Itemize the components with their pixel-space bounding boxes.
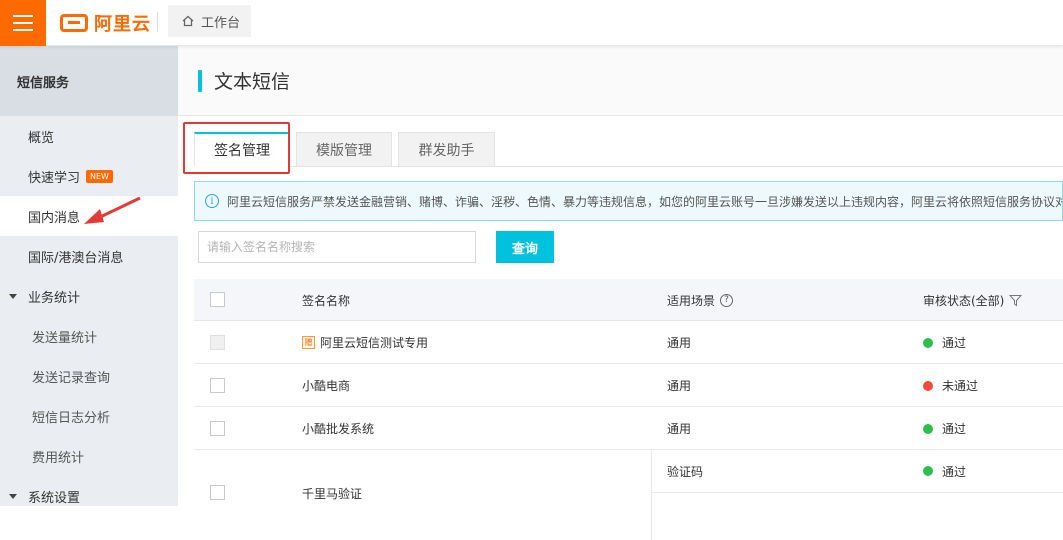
- gift-tag-icon: 赠: [302, 336, 315, 349]
- tab-bulk-send-assistant[interactable]: 群发助手: [398, 132, 495, 167]
- sidebar-item-label: 发送量统计: [32, 330, 98, 346]
- sidebar-group-business-stats[interactable]: 业务统计: [0, 276, 178, 316]
- status-text: 通过: [942, 336, 967, 350]
- aliyun-logo-mark: [60, 14, 88, 32]
- scene: 通用: [667, 422, 692, 436]
- column-header-status[interactable]: 审核状态(全部): [923, 279, 1023, 321]
- sidebar-group-label: 系统设置: [28, 490, 81, 506]
- column-header-status-label: 审核状态(全部): [923, 293, 1005, 308]
- top-bar: 阿里云 工作台: [0, 0, 1063, 46]
- aliyun-logo[interactable]: 阿里云: [60, 11, 151, 35]
- sidebar-title: 短信服务: [0, 46, 178, 116]
- column-header-scene-label: 适用场景: [667, 293, 716, 308]
- info-icon: i: [205, 194, 219, 208]
- annotation-highlight-box: [183, 122, 290, 174]
- signature-name: 千里马验证: [302, 486, 363, 501]
- row-checkbox[interactable]: [210, 485, 225, 500]
- new-badge: NEW: [86, 169, 113, 183]
- main-content: 文本短信 签名管理 模版管理 群发助手 i 阿里云短信服务严禁发送金融营销、赌博…: [178, 46, 1063, 540]
- brand-name: 阿里云: [94, 14, 151, 35]
- column-header-scene: 适用场景 ?: [667, 279, 734, 321]
- select-all-checkbox[interactable]: [210, 292, 225, 307]
- sidebar: 短信服务 概览 快速学习 NEW 国内消息 国际/港澳台消息 业务统计 发送量统计…: [0, 46, 178, 506]
- sidebar-group-system-settings[interactable]: 系统设置: [0, 476, 178, 516]
- filter-icon[interactable]: [1009, 294, 1023, 307]
- compliance-notice: i 阿里云短信服务严禁发送金融营销、赌博、诈骗、淫秽、色情、暴力等违规信息，如您…: [194, 181, 1063, 221]
- table-row: 小酷电商 通用 未通过: [194, 364, 1063, 407]
- sidebar-item-cost-stats[interactable]: 费用统计: [0, 436, 178, 476]
- status-text: 通过: [942, 422, 967, 436]
- sidebar-item-label: 发送记录查询: [32, 370, 111, 386]
- sidebar-group-label: 业务统计: [28, 290, 81, 306]
- status-text: 未通过: [942, 379, 979, 393]
- tab-template-management[interactable]: 模版管理: [296, 132, 392, 167]
- sub-row-divider: [652, 492, 1063, 493]
- home-icon: [182, 15, 194, 27]
- sidebar-item-label: 概览: [28, 130, 55, 146]
- workbench-label: 工作台: [201, 15, 241, 31]
- sidebar-item-quick-learn[interactable]: 快速学习 NEW: [0, 156, 178, 196]
- status-dot: [923, 380, 933, 391]
- table-row: 小酷批发系统 通用 通过: [194, 407, 1063, 450]
- scene: 通用: [667, 379, 692, 393]
- status-dot: [923, 423, 933, 434]
- scene: 验证码: [667, 464, 704, 479]
- sidebar-item-send-volume[interactable]: 发送量统计: [0, 316, 178, 356]
- sidebar-item-label: 快速学习: [28, 170, 81, 186]
- table-header: 签名名称 适用场景 ? 审核状态(全部): [194, 279, 1063, 321]
- table-row: 千里马验证 验证码 通过: [194, 450, 1063, 540]
- signature-search-input[interactable]: [198, 231, 476, 263]
- column-header-name: 签名名称: [302, 293, 351, 308]
- status-text: 通过: [942, 464, 967, 479]
- sidebar-item-label: 国际/港澳台消息: [28, 250, 124, 266]
- page-header: 文本短信: [178, 46, 1063, 116]
- status-dot: [923, 337, 933, 348]
- sidebar-item-label: 费用统计: [32, 450, 85, 466]
- annotation-arrow-icon: [84, 196, 141, 224]
- notice-text: 阿里云短信服务严禁发送金融营销、赌博、诈骗、淫秽、色情、暴力等违规信息，如您的阿…: [227, 194, 1063, 209]
- signature-name: 阿里云短信测试专用: [320, 336, 429, 350]
- cell-divider: [651, 450, 652, 540]
- row-checkbox[interactable]: [210, 378, 225, 393]
- divider: [157, 12, 158, 32]
- status-dot: [923, 466, 933, 476]
- row-checkbox: [210, 335, 225, 350]
- help-icon[interactable]: ?: [720, 293, 734, 307]
- title-accent-bar: [198, 70, 202, 92]
- signature-name: 小酷电商: [302, 379, 351, 393]
- row-checkbox[interactable]: [210, 421, 225, 436]
- sidebar-item-international-messages[interactable]: 国际/港澳台消息: [0, 236, 178, 276]
- caret-down-icon: [9, 493, 17, 499]
- hamburger-menu-icon[interactable]: [0, 0, 46, 46]
- search-button[interactable]: 查询: [496, 231, 554, 263]
- scene: 通用: [667, 336, 692, 350]
- workbench-button[interactable]: 工作台: [168, 5, 251, 37]
- sidebar-item-log-analysis[interactable]: 短信日志分析: [0, 396, 178, 436]
- sidebar-item-overview[interactable]: 概览: [0, 116, 178, 156]
- table-row: 赠 阿里云短信测试专用 通用 通过: [194, 321, 1063, 364]
- sidebar-item-label: 短信日志分析: [32, 410, 111, 426]
- page-title: 文本短信: [214, 71, 291, 93]
- sidebar-item-label: 国内消息: [28, 210, 81, 226]
- caret-down-icon: [9, 293, 17, 299]
- sidebar-item-send-records[interactable]: 发送记录查询: [0, 356, 178, 396]
- signature-name: 小酷批发系统: [302, 422, 375, 436]
